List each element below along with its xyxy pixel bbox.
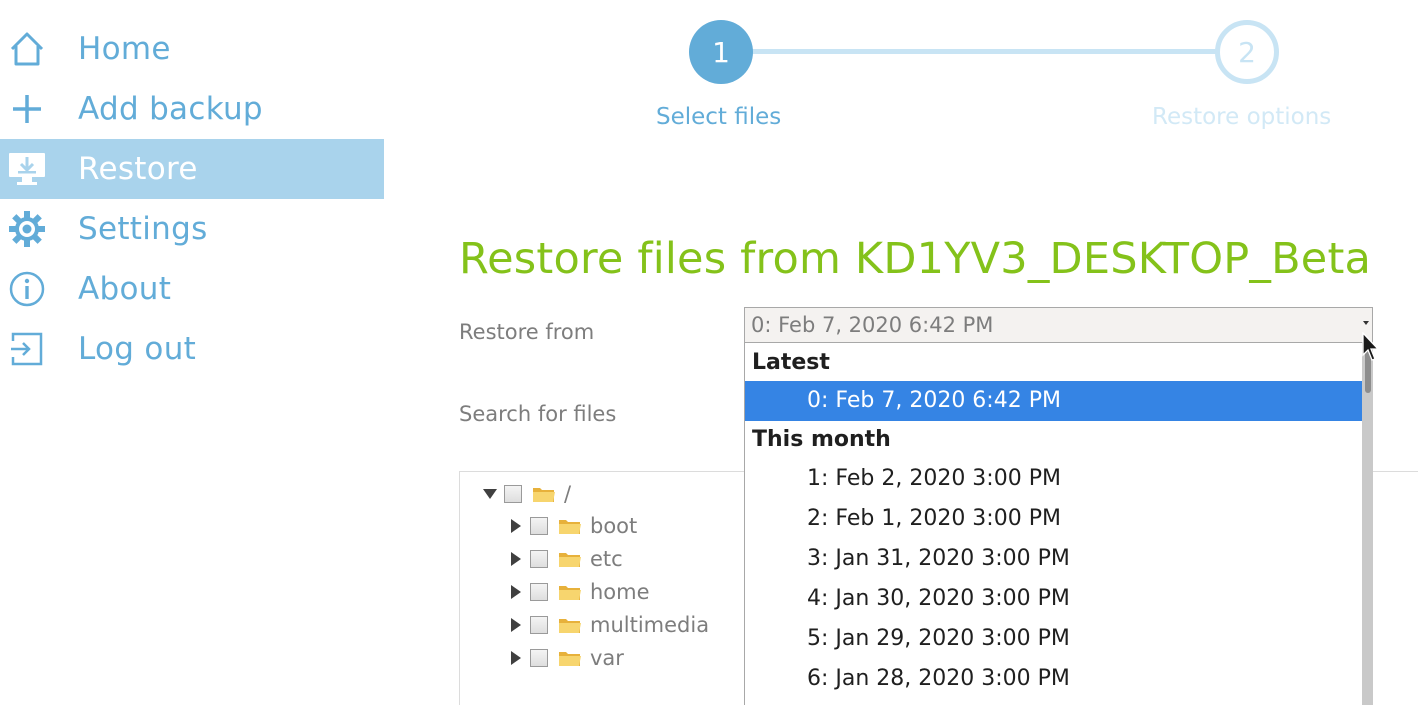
dropdown-option[interactable]: 6: Jan 28, 2020 3:00 PM <box>745 659 1362 699</box>
sidebar-item-add-backup[interactable]: Add backup <box>0 79 384 139</box>
tree-checkbox[interactable] <box>530 583 548 601</box>
step-2-circle: 2 <box>1215 20 1279 84</box>
restore-icon <box>4 146 50 192</box>
sidebar-item-label: About <box>78 271 172 307</box>
plus-icon <box>4 86 50 132</box>
tree-label[interactable]: / <box>564 482 571 506</box>
tree-row: multimedia <box>508 610 709 640</box>
sidebar-item-label: Add backup <box>78 91 263 127</box>
sidebar-item-settings[interactable]: Settings <box>0 199 384 259</box>
dropdown-option[interactable]: 4: Jan 30, 2020 3:00 PM <box>745 579 1362 619</box>
dropdown-option[interactable]: 3: Jan 31, 2020 3:00 PM <box>745 539 1362 579</box>
logout-icon <box>4 326 50 372</box>
select-value: 0: Feb 7, 2020 6:42 PM <box>751 313 994 337</box>
dropdown-scrollbar[interactable] <box>1362 343 1373 705</box>
dropdown-group-this-month: This month <box>752 427 891 452</box>
dropdown-option[interactable]: 1: Feb 2, 2020 3:00 PM <box>745 459 1362 499</box>
dropdown-option[interactable]: 2: Feb 1, 2020 3:00 PM <box>745 499 1362 539</box>
tree-label[interactable]: var <box>590 646 624 670</box>
tree-checkbox[interactable] <box>530 616 548 634</box>
stepper-connector <box>752 49 1218 54</box>
folder-icon <box>558 549 582 569</box>
gear-icon <box>4 206 50 252</box>
sidebar-item-label: Home <box>78 31 171 67</box>
folder-icon <box>558 615 582 635</box>
page-title: Restore files from KD1YV3_DESKTOP_Beta <box>459 234 1372 284</box>
tree-label[interactable]: home <box>590 580 650 604</box>
sidebar-item-home[interactable]: Home <box>0 19 384 79</box>
folder-icon <box>558 582 582 602</box>
folder-icon <box>532 484 556 504</box>
step-1-circle: 1 <box>689 20 753 84</box>
tree-checkbox[interactable] <box>530 649 548 667</box>
folder-icon <box>558 648 582 668</box>
tree-expand-icon[interactable] <box>508 518 524 534</box>
step-2-label: Restore options <box>1152 104 1332 130</box>
sidebar-item-logout[interactable]: Log out <box>0 319 384 379</box>
folder-icon <box>558 516 582 536</box>
sidebar-item-restore[interactable]: Restore <box>0 139 384 199</box>
dropdown-option[interactable]: 5: Jan 29, 2020 3:00 PM <box>745 619 1362 659</box>
tree-expand-icon[interactable] <box>482 486 498 502</box>
dropdown-option[interactable]: 0: Feb 7, 2020 6:42 PM <box>745 381 1362 421</box>
step-1-label: Select files <box>656 104 782 130</box>
sidebar-item-about[interactable]: About <box>0 259 384 319</box>
tree-checkbox[interactable] <box>504 485 522 503</box>
chevron-down-icon <box>1363 321 1369 325</box>
tree-row: boot <box>508 511 637 541</box>
tree-expand-icon[interactable] <box>508 650 524 666</box>
tree-expand-icon[interactable] <box>508 617 524 633</box>
restore-from-select[interactable]: 0: Feb 7, 2020 6:42 PM <box>744 307 1373 343</box>
tree-label[interactable]: etc <box>590 547 623 571</box>
tree-label[interactable]: multimedia <box>590 613 709 637</box>
tree-expand-icon[interactable] <box>508 551 524 567</box>
tree-label[interactable]: boot <box>590 514 637 538</box>
restore-from-label: Restore from <box>459 320 595 344</box>
sidebar-item-label: Restore <box>78 151 198 187</box>
tree-row: home <box>508 577 650 607</box>
home-icon <box>4 26 50 72</box>
dropdown-group-latest: Latest <box>752 350 830 375</box>
sidebar-item-label: Settings <box>78 211 208 247</box>
tree-checkbox[interactable] <box>530 517 548 535</box>
sidebar: Home Add backup Restore Settings About L… <box>0 0 384 705</box>
app-window: Home Add backup Restore Settings About L… <box>0 0 1418 705</box>
tree-row: var <box>508 643 624 673</box>
sidebar-item-label: Log out <box>78 331 197 367</box>
tree-row: etc <box>508 544 623 574</box>
tree-checkbox[interactable] <box>530 550 548 568</box>
tree-expand-icon[interactable] <box>508 584 524 600</box>
mouse-cursor-icon <box>1362 332 1380 361</box>
search-files-label: Search for files <box>459 402 617 426</box>
tree-row-root: / <box>482 479 571 509</box>
info-icon <box>4 266 50 312</box>
restore-from-dropdown: Latest 0: Feb 7, 2020 6:42 PM This month… <box>744 343 1373 705</box>
